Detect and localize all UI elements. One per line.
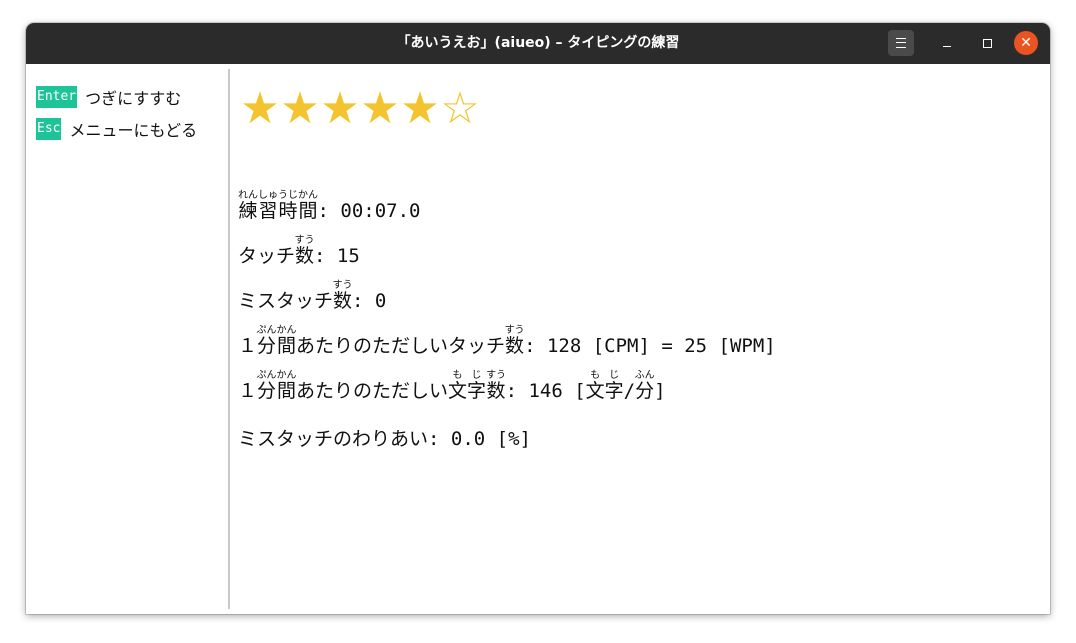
star-filled-icon: ★ [400, 83, 439, 134]
sidebar-item-next[interactable]: Enter つぎにすすむ [36, 85, 181, 109]
stat-label-kanji: 数 [486, 380, 507, 402]
app-window: 「あいうえお」(aiueo) – タイピングの練習 ✕ Enter つぎにすすむ… [26, 23, 1050, 614]
stat-touch-count: タッチ数すう: 15 [238, 235, 360, 268]
furigana: すう [486, 370, 507, 381]
stat-value: : 146 [ [505, 380, 586, 402]
unit-slash: / [623, 380, 636, 402]
stat-label: ミスタッチのわりあい [238, 428, 429, 450]
close-button[interactable]: ✕ [1014, 31, 1038, 55]
furigana: すう [332, 280, 353, 291]
furigana: もじ [448, 370, 487, 381]
stat-value: 00:07.0 [340, 200, 421, 222]
stat-mistouch-count: ミスタッチ数すう: 0 [238, 280, 386, 313]
stat-char-rate: １分間ぷんかんあたりのただしい文字もじ数すう: 146 [文字もじ/分ふん] [238, 370, 666, 403]
stat-label-kanji: 分間 [256, 380, 297, 402]
menu-button[interactable] [888, 30, 914, 56]
close-icon: ✕ [1020, 35, 1032, 51]
stat-value: 128 [CPM] = 25 [WPM] [546, 335, 776, 357]
furigana: ぷんかん [256, 370, 297, 381]
furigana: ふん [634, 370, 655, 381]
titlebar[interactable]: 「あいうえお」(aiueo) – タイピングの練習 ✕ [26, 23, 1050, 64]
stat-label-lead: １ [238, 335, 258, 357]
unit-kanji: 分 [634, 380, 655, 402]
sidebar-item-label: つぎにすすむ [85, 89, 182, 108]
star-filled-icon: ★ [320, 83, 359, 134]
furigana: すう [294, 235, 315, 246]
stat-value: 0.0 [%] [450, 428, 531, 450]
stat-label-kanji: 文字 [448, 380, 487, 402]
unit-close: ] [654, 380, 666, 402]
stat-label-kanji: 数 [294, 245, 315, 267]
stat-label-lead: １ [238, 380, 258, 402]
stat-label-kanji: 分間 [256, 335, 297, 357]
star-empty-icon: ☆ [440, 83, 479, 134]
panel-divider [228, 69, 230, 609]
minimize-icon [943, 46, 951, 47]
stat-label: ミスタッチ [238, 290, 334, 312]
star-filled-icon: ★ [360, 83, 399, 134]
stat-label-kanji: 数 [504, 335, 525, 357]
furigana: れんしゅうじかん [238, 190, 318, 201]
stat-label-kanji: 数 [332, 290, 353, 312]
enter-key-badge: Enter [36, 86, 78, 108]
furigana: すう [504, 325, 525, 336]
unit-kanji: 文字 [585, 380, 624, 402]
maximize-button[interactable] [974, 30, 1000, 56]
star-filled-icon: ★ [280, 83, 319, 134]
stat-value: 15 [336, 245, 360, 267]
minimize-button[interactable] [934, 30, 960, 56]
stat-touch-rate: １分間ぷんかんあたりのただしいタッチ数すう: 128 [CPM] = 25 [W… [238, 325, 776, 358]
esc-key-badge: Esc [36, 118, 62, 140]
stat-miss-ratio: ミスタッチのわりあい: 0.0 [%] [238, 424, 531, 451]
stat-separator: : [428, 428, 451, 450]
sidebar-item-label: メニューにもどる [69, 121, 198, 140]
stat-separator: : [524, 335, 547, 357]
hamburger-icon [896, 38, 906, 48]
stat-separator: : [352, 290, 375, 312]
maximize-icon [982, 38, 992, 48]
furigana: もじ [585, 370, 624, 381]
star-filled-icon: ★ [240, 83, 279, 134]
sidebar: Enter つぎにすすむ Esc メニューにもどる [26, 64, 228, 614]
stat-practice-time: 練習時間れんしゅうじかん: 00:07.0 [238, 190, 420, 223]
stat-label: タッチ [238, 245, 296, 267]
stat-label: あたりのただしい [296, 380, 449, 402]
furigana: ぷんかん [256, 325, 297, 336]
stat-label: 練習時間 [238, 200, 318, 222]
stat-label: あたりのただしいタッチ [296, 335, 506, 357]
star-rating: ★ ★ ★ ★ ★ ☆ [238, 83, 479, 134]
sidebar-item-menu[interactable]: Esc メニューにもどる [36, 117, 197, 141]
stat-separator: : [314, 245, 337, 267]
stat-separator: : [317, 200, 341, 222]
stat-value: 0 [374, 290, 387, 312]
